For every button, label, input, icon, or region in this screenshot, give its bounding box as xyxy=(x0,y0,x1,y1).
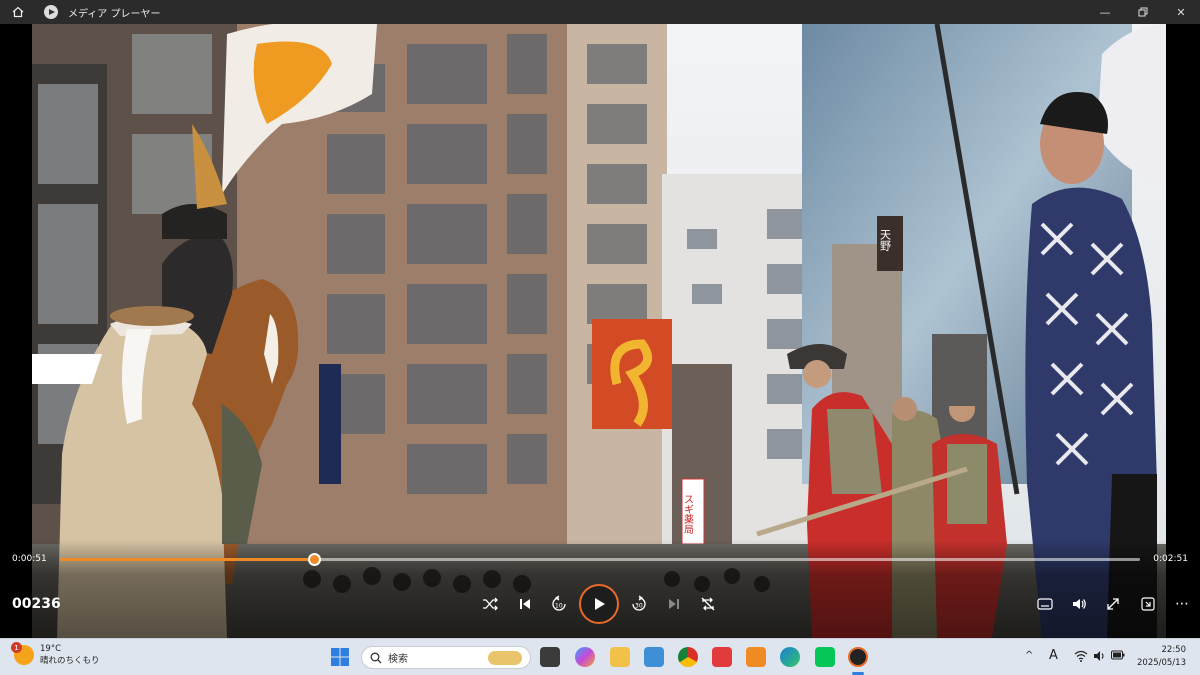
taskbar-app-folder[interactable] xyxy=(610,647,630,667)
input-indicator[interactable]: A xyxy=(1049,648,1058,663)
clock-date: 2025/05/13 xyxy=(1137,658,1186,668)
taskbar-app-explorer[interactable] xyxy=(540,647,560,667)
taskbar-app-media-player[interactable] xyxy=(848,647,868,667)
wifi-icon xyxy=(1074,650,1088,662)
close-button[interactable]: ✕ xyxy=(1162,0,1200,24)
taskbar-app-photos[interactable] xyxy=(644,647,664,667)
current-time: 0:00:51 xyxy=(12,554,47,564)
fullscreen-button[interactable] xyxy=(1101,592,1125,616)
seek-progress xyxy=(60,558,314,561)
more-options-button[interactable]: ⋯ xyxy=(1170,592,1194,616)
expand-icon xyxy=(1107,598,1119,610)
clip-label: 00236 xyxy=(12,596,61,612)
taskbar: 1 19°C 晴れのちくもり 検索 ^ A 22:50 2025/05/13 xyxy=(0,638,1200,675)
taskbar-app-copilot[interactable] xyxy=(575,647,595,667)
forward-30-button[interactable]: 30 xyxy=(627,592,651,616)
repeat-button[interactable] xyxy=(696,592,720,616)
title-bar: メディア プレーヤー — ✕ xyxy=(0,0,1200,24)
mini-player-icon xyxy=(1141,597,1155,611)
shuffle-button[interactable] xyxy=(478,592,502,616)
play-icon xyxy=(595,598,605,610)
close-icon: ✕ xyxy=(1176,5,1186,19)
shop-sign-text: スギ薬局 xyxy=(682,494,694,535)
show-hidden-icons-button[interactable]: ^ xyxy=(1025,650,1033,661)
seek-bar[interactable] xyxy=(60,553,1140,566)
rewind-10-button[interactable]: 10 xyxy=(547,592,571,616)
forward-30-icon: 30 xyxy=(632,595,646,611)
mini-player-button[interactable] xyxy=(1136,592,1160,616)
weather-temperature: 19°C xyxy=(40,644,62,654)
battery-icon xyxy=(1111,650,1125,660)
start-button[interactable] xyxy=(330,647,350,667)
taskbar-app-gift[interactable] xyxy=(712,647,732,667)
skip-next-icon xyxy=(669,599,679,609)
maximize-button[interactable] xyxy=(1124,0,1162,24)
restore-icon xyxy=(1138,7,1148,17)
play-button[interactable] xyxy=(579,584,619,624)
notification-badge: 1 xyxy=(11,642,22,653)
svg-text:30: 30 xyxy=(635,603,643,610)
volume-tray-button[interactable] xyxy=(1093,650,1106,665)
taskbar-app-line[interactable] xyxy=(815,647,835,667)
shuffle-icon xyxy=(483,597,498,611)
seek-thumb[interactable] xyxy=(307,553,321,566)
taskbar-search[interactable]: 検索 xyxy=(361,646,531,669)
speaker-icon xyxy=(1094,651,1104,661)
window-title: メディア プレーヤー xyxy=(68,8,161,20)
windows-start-icon xyxy=(331,648,349,666)
battery-button[interactable] xyxy=(1111,650,1125,663)
tower-sign-text: 天野 xyxy=(879,229,892,251)
home-icon xyxy=(12,6,24,18)
home-button[interactable] xyxy=(0,0,36,24)
weather-description: 晴れのちくもり xyxy=(40,656,100,666)
chevron-up-icon: ^ xyxy=(1025,650,1034,661)
captions-button[interactable] xyxy=(1033,592,1057,616)
video-area[interactable]: スギ薬局 天野 0:00:51 0:02:51 00236 10 30 ⋯ xyxy=(0,24,1200,638)
svg-text:10: 10 xyxy=(555,603,563,610)
total-duration: 0:02:51 xyxy=(1153,554,1188,564)
system-clock[interactable]: 22:50 2025/05/13 xyxy=(1137,644,1186,670)
repeat-off-icon xyxy=(701,597,715,611)
weather-icon: 1 xyxy=(11,642,34,665)
previous-button[interactable] xyxy=(513,592,537,616)
rewind-10-icon: 10 xyxy=(552,595,566,611)
taskbar-app-chrome[interactable] xyxy=(678,647,698,667)
clock-time: 22:50 xyxy=(1161,645,1187,655)
taskbar-app-media[interactable] xyxy=(746,647,766,667)
media-player-window: メディア プレーヤー — ✕ スギ薬局 天野 0:00:51 0:02:51 0… xyxy=(0,0,1200,675)
minimize-icon: — xyxy=(1099,5,1111,19)
player-controls: 0:00:51 0:02:51 00236 10 30 ⋯ xyxy=(0,540,1200,638)
volume-button[interactable] xyxy=(1067,592,1091,616)
search-placeholder: 検索 xyxy=(388,654,408,665)
taskbar-app-edge[interactable] xyxy=(780,647,800,667)
search-icon xyxy=(370,652,382,663)
weather-widget[interactable]: 1 19°C 晴れのちくもり xyxy=(11,642,100,667)
search-highlight-icon xyxy=(488,651,522,665)
wifi-button[interactable] xyxy=(1074,650,1088,665)
captions-icon xyxy=(1037,598,1053,610)
more-icon: ⋯ xyxy=(1175,596,1189,612)
volume-icon xyxy=(1073,599,1086,609)
next-button[interactable] xyxy=(662,592,686,616)
media-player-app-icon xyxy=(44,5,58,19)
minimize-button[interactable]: — xyxy=(1086,0,1124,24)
skip-previous-icon xyxy=(520,599,530,609)
